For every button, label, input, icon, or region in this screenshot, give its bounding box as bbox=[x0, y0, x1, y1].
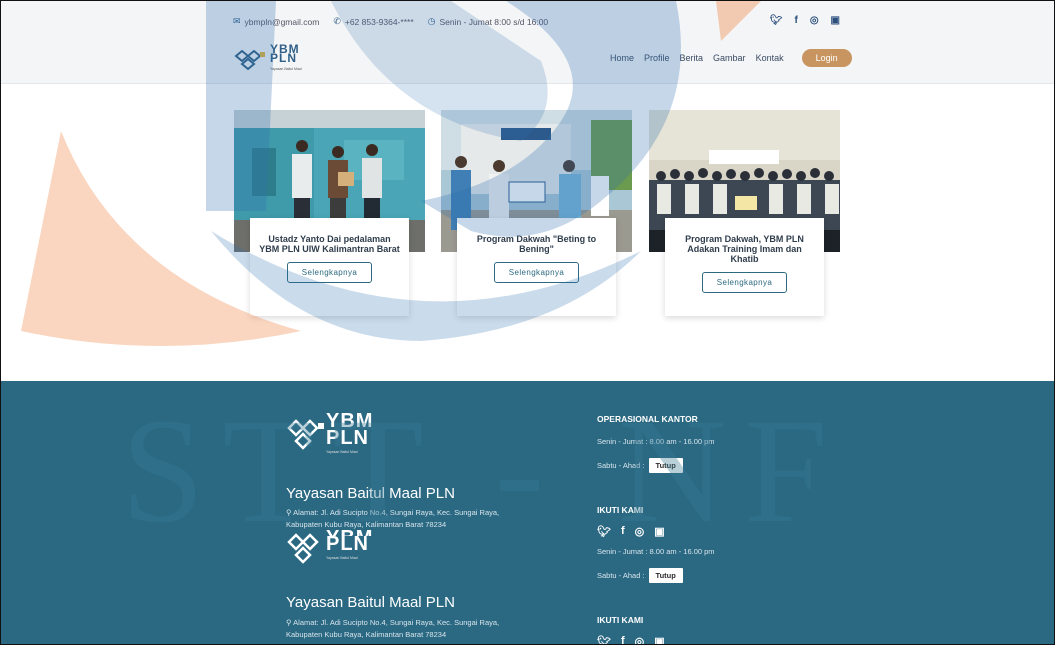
footer-logo-text: YBM PLN Yayasan Baitul Maal bbox=[326, 530, 372, 560]
facebook-icon[interactable]: f bbox=[794, 15, 797, 26]
twitter-icon[interactable]: 🐦︎ bbox=[770, 15, 783, 26]
header-social-links: 🐦︎ f ◎ ▣ bbox=[770, 15, 840, 26]
read-more-button[interactable]: Selengkapnya bbox=[701, 272, 788, 293]
read-more-button[interactable]: Selengkapnya bbox=[286, 262, 373, 283]
phone-icon: ✆ bbox=[333, 16, 341, 26]
footer-address: ⚲ Alamat: Jl. Adi Sucipto No.4, Sungai R… bbox=[286, 618, 500, 639]
weekend-hours: Sabtu - Ahad : Tutup bbox=[597, 458, 683, 473]
footer-org-name: Yayasan Baitul Maal PLN bbox=[286, 594, 455, 611]
instagram-icon[interactable]: ◎ bbox=[635, 635, 645, 644]
news-card-body: Program Dakwah, YBM PLN Adakan Training … bbox=[665, 218, 824, 316]
youtube-icon[interactable]: ▣ bbox=[654, 635, 664, 644]
footer-social-links: 🐦︎ f ◎ ▣ bbox=[597, 635, 665, 644]
news-card-body: Program Dakwah "Beting to Bening" Seleng… bbox=[457, 218, 616, 316]
nav-gambar[interactable]: Gambar bbox=[713, 53, 746, 63]
site-footer: YBM PLN Yayasan Baitul Maal Yayasan Bait… bbox=[1, 381, 1054, 644]
read-more-button[interactable]: Selengkapnya bbox=[493, 262, 580, 283]
contact-bar: ✉ ybmpln@gmail.com ✆ +62 853-9364-**** ◷ Se… bbox=[233, 16, 548, 27]
clock-icon: ◷ bbox=[427, 16, 436, 26]
youtube-icon[interactable]: ▣ bbox=[831, 15, 840, 26]
site-header: ✉ ybmpln@gmail.com ✆ +62 853-9364-**** ◷ Se… bbox=[1, 1, 1054, 84]
main-navigation: Home Profile Berita Gambar Kontak Login bbox=[610, 49, 852, 67]
footer-logo: YBM PLN Yayasan Baitul Maal bbox=[286, 530, 373, 565]
footer-social-links: 🐦︎ f ◎ ▣ bbox=[597, 525, 665, 538]
instagram-icon[interactable]: ◎ bbox=[635, 525, 645, 538]
weekday-hours: Senin - Jumat : 8.00 am - 16.00 pm bbox=[597, 437, 715, 446]
closed-badge: Tutup bbox=[648, 568, 683, 583]
twitter-icon[interactable]: 🐦︎ bbox=[597, 635, 611, 644]
ybm-logo-icon bbox=[287, 418, 324, 450]
closed-badge: Tutup bbox=[648, 458, 683, 473]
footer-org-name: Yayasan Baitul Maal PLN bbox=[286, 485, 455, 502]
weekend-hours: Sabtu - Ahad : Tutup bbox=[597, 568, 683, 583]
mail-icon: ✉ bbox=[233, 16, 241, 26]
email-contact[interactable]: ✉ ybmpln@gmail.com bbox=[233, 16, 319, 27]
login-button[interactable]: Login bbox=[801, 49, 852, 67]
news-card: Ustadz Yanto Dai pedalaman YBM PLN UIW K… bbox=[234, 110, 425, 316]
nav-berita[interactable]: Berita bbox=[680, 53, 704, 63]
news-card-title[interactable]: Program Dakwah, YBM PLN Adakan Training … bbox=[673, 234, 816, 264]
instagram-icon[interactable]: ◎ bbox=[810, 15, 819, 26]
follow-heading: IKUTI KAMI bbox=[597, 615, 644, 625]
news-card-title[interactable]: Ustadz Yanto Dai pedalaman YBM PLN UIW K… bbox=[258, 234, 401, 254]
logo-text: YBM PLN Yayasan Baitul Maal bbox=[270, 42, 302, 71]
phone-contact[interactable]: ✆ +62 853-9364-**** bbox=[333, 16, 413, 27]
nav-profile[interactable]: Profile bbox=[644, 53, 670, 63]
facebook-icon[interactable]: f bbox=[621, 525, 625, 538]
site-logo[interactable]: YBM PLN Yayasan Baitul Maal bbox=[233, 42, 302, 74]
twitter-icon[interactable]: 🐦︎ bbox=[597, 525, 611, 538]
footer-address: ⚲ Alamat: Jl. Adi Sucipto No.4, Sungai R… bbox=[286, 508, 500, 529]
operasional-heading: OPERASIONAL KANTOR bbox=[597, 414, 698, 424]
hours-contact: ◷ Senin - Jumat 8:00 s/d 16:00 bbox=[427, 16, 549, 27]
facebook-icon[interactable]: f bbox=[621, 635, 625, 644]
ybm-logo-icon bbox=[287, 533, 319, 564]
weekday-hours: Senin - Jumat : 8.00 am - 16.00 pm bbox=[597, 547, 715, 556]
footer-logo-text: YBM PLN Yayasan Baitul Maal bbox=[326, 410, 374, 454]
news-card: Program Dakwah, YBM PLN Adakan Training … bbox=[649, 110, 840, 316]
follow-heading: IKUTI KAMI bbox=[597, 505, 644, 515]
news-card: Program Dakwah "Beting to Bening" Seleng… bbox=[441, 110, 632, 316]
browser-page: ✉ ybmpln@gmail.com ✆ +62 853-9364-**** ◷ Se… bbox=[0, 0, 1055, 645]
nav-home[interactable]: Home bbox=[610, 53, 634, 63]
youtube-icon[interactable]: ▣ bbox=[654, 525, 664, 538]
footer-logo: YBM PLN Yayasan Baitul Maal bbox=[286, 410, 374, 454]
news-card-title[interactable]: Program Dakwah "Beting to Bening" bbox=[465, 234, 608, 254]
news-card-body: Ustadz Yanto Dai pedalaman YBM PLN UIW K… bbox=[250, 218, 409, 316]
nav-kontak[interactable]: Kontak bbox=[756, 53, 784, 63]
ybm-logo-icon bbox=[234, 49, 265, 70]
